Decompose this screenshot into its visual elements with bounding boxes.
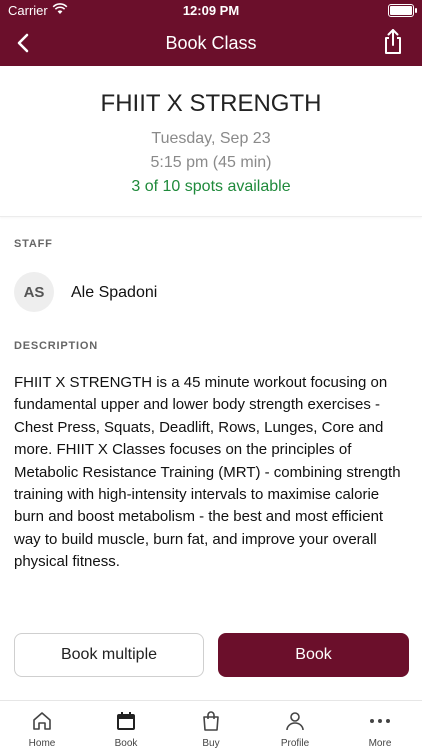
tab-label: Buy	[202, 738, 220, 749]
page-title: Book Class	[165, 33, 257, 53]
tab-buy[interactable]: Buy	[169, 701, 253, 751]
tab-book[interactable]: Book	[84, 701, 168, 751]
share-button[interactable]	[378, 27, 408, 57]
tab-label: Home	[28, 738, 56, 749]
class-time: 5:15 pm (45 min)	[150, 154, 272, 171]
share-icon	[378, 29, 408, 61]
tab-label: Book	[114, 738, 138, 749]
home-icon	[30, 709, 54, 733]
person-icon	[283, 709, 307, 733]
nav-bar: Book Class	[0, 20, 422, 66]
tab-label: More	[368, 738, 392, 749]
tab-profile[interactable]: Profile	[253, 701, 337, 751]
more-dots-icon	[368, 709, 392, 733]
class-date: Tuesday, Sep 23	[151, 130, 271, 147]
staff-section-label: STAFF	[14, 238, 53, 250]
book-button[interactable]: Book	[218, 633, 409, 677]
description-section-label: DESCRIPTION	[14, 340, 98, 352]
staff-name[interactable]: Ale Spadoni	[71, 284, 157, 302]
shopping-bag-icon	[199, 709, 223, 733]
class-header: FHIIT X STRENGTH Tuesday, Sep 23 5:15 pm…	[0, 66, 422, 217]
calendar-icon	[114, 709, 138, 733]
tab-label: Profile	[280, 738, 310, 749]
spots-available: 3 of 10 spots available	[131, 178, 291, 195]
book-multiple-button[interactable]: Book multiple	[14, 633, 204, 677]
avatar: AS	[14, 272, 54, 312]
class-description: FHIIT X STRENGTH is a 45 minute workout …	[14, 374, 401, 571]
tab-bar: Home Book Buy Profile More	[0, 700, 422, 751]
status-bar: Carrier 12:09 PM	[0, 0, 422, 20]
battery-icon	[388, 4, 417, 17]
tab-more[interactable]: More	[338, 701, 422, 751]
clock-time: 12:09 PM	[182, 3, 240, 18]
tab-home[interactable]: Home	[0, 701, 84, 751]
class-title: FHIIT X STRENGTH	[100, 90, 322, 117]
